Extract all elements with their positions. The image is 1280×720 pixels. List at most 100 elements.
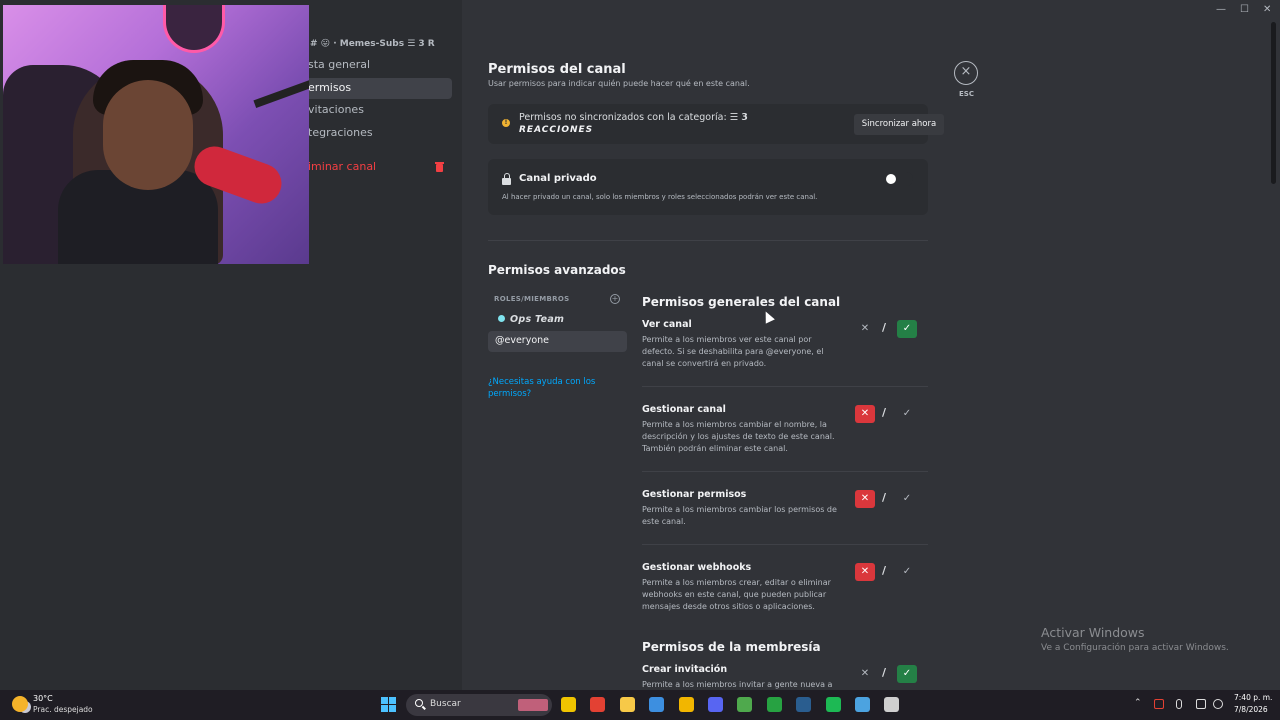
allow-button[interactable]: ✓ [897,405,917,423]
advanced-permissions-title[interactable]: Permisos avanzados [488,263,626,277]
store-icon[interactable] [649,697,664,712]
weather-icon[interactable] [12,696,28,712]
allow-button[interactable]: ✓ [897,490,917,508]
neutral-button[interactable]: / [882,406,886,419]
permission-row: Crear invitación Permite a los miembros … [642,664,928,689]
membership-permissions-title: Permisos de la membresía [642,640,821,654]
permission-divider [642,386,928,387]
neon-sign-image [163,5,225,53]
files-icon[interactable] [679,697,694,712]
allow-button[interactable]: ✓ [897,665,917,683]
deny-button[interactable]: ✕ [855,320,875,338]
permission-controls: ✕ / ✓ [855,320,919,338]
toggle-knob [886,174,896,184]
watermark-subtitle: Ve a Configuración para activar Windows. [1041,643,1229,653]
private-channel-title: Canal privado [519,173,597,184]
network-icon[interactable] [1196,699,1206,709]
nav-item-integrations[interactable]: tegraciones [298,123,452,144]
windows-start-icon[interactable] [381,697,397,713]
role-item-everyone[interactable]: @everyone [488,331,627,352]
permission-controls: ✕ / ✓ [855,563,919,581]
permission-row: Gestionar webhooks Permite a los miembro… [642,562,928,613]
permission-description: Permite a los miembros cambiar los permi… [642,505,837,526]
page-subtitle: Usar permisos para indicar quién puede h… [488,79,750,88]
roles-members-header: ROLES/MIEMBROS [494,295,570,303]
nav-item-permissions[interactable]: ermisos [298,78,452,99]
clock-time[interactable]: 7:40 p. m. [1234,693,1272,702]
deny-button[interactable]: ✕ [855,405,875,423]
permission-row: Gestionar permisos Permite a los miembro… [642,489,928,528]
close-icon[interactable]: × [954,61,978,85]
permission-controls: ✕ / ✓ [855,405,919,423]
permissions-help-link[interactable]: ¿Necesitas ayuda con los permisos? [488,376,608,400]
neutral-button[interactable]: / [882,321,886,334]
spotify-icon[interactable] [826,697,841,712]
private-channel-description: Al hacer privado un canal, solo los miem… [502,193,818,201]
scrollbar-thumb[interactable] [1271,22,1276,184]
xbox-icon[interactable] [767,697,782,712]
deny-button[interactable]: ✕ [855,563,875,581]
section-divider [488,240,928,241]
chrome-alt-icon[interactable] [737,697,752,712]
permission-controls: ✕ / ✓ [855,665,919,683]
weather-temperature[interactable]: 30°C [33,694,53,703]
deny-button[interactable]: ✕ [855,490,875,508]
antivirus-icon[interactable] [1154,699,1164,709]
permission-description: Permite a los miembros cambiar el nombre… [642,420,835,453]
private-channel-card: Canal privado Al hacer privado un canal,… [488,159,928,215]
discord-icon[interactable] [708,697,723,712]
search-highlight-image [518,699,548,711]
clock-date[interactable]: 7/8/2026 [1234,705,1268,714]
neutral-button[interactable]: / [882,564,886,577]
mic-arm-image [253,79,309,109]
minimize-button[interactable]: — [1216,4,1226,15]
channel-permissions-panel: Permisos del canal Usar permisos para in… [462,0,1272,690]
channel-name-header: # 😛 · Memes-Subs ☰ 𝟯 R [310,39,435,49]
sync-now-button[interactable]: Sincronizar ahora [854,114,944,135]
search-label: Buscar [430,699,461,709]
close-settings[interactable]: × ESC [954,61,979,98]
role-label: Ops Team [510,314,565,325]
tray-overflow-icon[interactable]: ⌃ [1134,698,1142,708]
neutral-button[interactable]: / [882,491,886,504]
trash-icon [435,161,444,172]
obs-icon[interactable] [884,697,899,712]
role-color-dot [498,315,505,322]
page-title: Permisos del canal [488,62,626,77]
steam-icon[interactable] [796,697,811,712]
window-close-button[interactable]: ✕ [1263,4,1271,15]
allow-button[interactable]: ✓ [897,320,917,338]
maximize-button[interactable]: ☐ [1240,4,1249,15]
webcam-overlay [3,5,309,264]
general-permissions-title: Permisos generales del canal [642,295,841,309]
permission-description: Permite a los miembros crear, editar o e… [642,578,831,611]
allow-button[interactable]: ✓ [897,563,917,581]
nav-item-invites[interactable]: vitaciones [298,100,452,121]
role-item-ops-team[interactable]: Ops Team [488,310,627,331]
search-icon [415,699,423,707]
notepad-icon[interactable] [855,697,870,712]
watermark-title: Activar Windows [1041,625,1145,640]
add-role-icon[interactable]: + [610,294,620,304]
chrome-icon[interactable] [590,697,605,712]
weather-description[interactable]: Prac. despejado [33,705,93,714]
permission-row: Ver canal Permite a los miembros ver est… [642,319,928,370]
taskbar: 30°C Prac. despejado Buscar ⌃ 7:40 p. m.… [0,690,1280,720]
nav-item-delete-channel[interactable]: iminar canal [298,157,452,178]
folder-icon[interactable] [620,697,635,712]
neutral-button[interactable]: / [882,666,886,679]
file-explorer-icon[interactable] [561,697,576,712]
deny-button[interactable]: ✕ [855,665,875,683]
taskbar-search[interactable]: Buscar [406,694,552,716]
volume-icon[interactable] [1213,699,1223,709]
permission-controls: ✕ / ✓ [855,490,919,508]
sync-notice-text: Permisos no sincronizados con la categor… [519,112,748,123]
streamer-face-image [103,80,193,190]
esc-label: ESC [959,90,974,98]
private-channel-toggle[interactable] [883,172,913,186]
activate-windows-watermark: Activar Windows Ve a Configuración para … [1041,625,1229,653]
nav-item-overview[interactable]: sta general [298,55,452,76]
chevron-down-icon[interactable]: ⌄ [618,265,626,275]
permission-divider [642,471,928,472]
microphone-icon[interactable] [1176,699,1182,709]
